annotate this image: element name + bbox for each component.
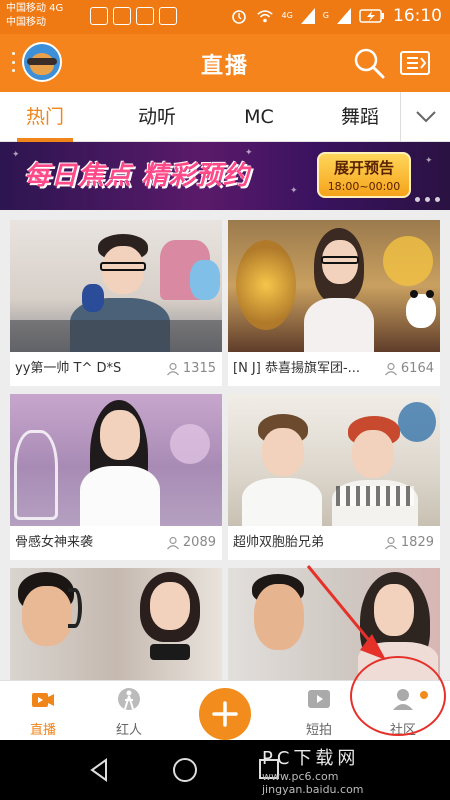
nav-shorts-label: 短拍 <box>305 723 332 738</box>
live-card[interactable]: 骨感女神来袭 2089 <box>10 394 222 560</box>
live-thumbnail <box>228 220 440 352</box>
viewer-count-value: 1315 <box>182 361 216 376</box>
viewer-count: 1829 <box>384 526 434 560</box>
nav-live[interactable]: 直播 <box>8 681 78 741</box>
person-icon <box>118 688 140 710</box>
banner-title: 每日焦点 精彩预约 <box>24 161 251 191</box>
banner-pager <box>415 197 440 202</box>
viewer-count-value: 1829 <box>400 535 434 550</box>
live-card[interactable] <box>10 568 222 680</box>
live-thumbnail <box>10 394 222 526</box>
category-menu-icon[interactable] <box>398 46 432 80</box>
viewer-count-value: 2089 <box>182 535 216 550</box>
search-icon[interactable] <box>352 46 386 80</box>
watermark-line2: jingyan.baidu.com <box>262 783 364 796</box>
live-card-title: yy第一帅 T^ D*S <box>15 361 122 376</box>
watermark-line1: PC下载网 <box>262 748 360 769</box>
live-card-title: 骨感女神来袭 <box>15 535 94 550</box>
home-icon[interactable] <box>172 757 198 783</box>
nav-stars[interactable]: 红人 <box>94 681 164 741</box>
viewer-count: 6164 <box>384 352 434 386</box>
notification-icons <box>90 7 177 25</box>
signal-icon-1 <box>300 8 315 24</box>
carrier-2: 中国移动 <box>6 17 46 28</box>
weibo-notification-icon <box>136 7 154 25</box>
carrier-1: 中国移动 4G <box>6 3 64 14</box>
annotation-circle <box>350 656 446 736</box>
live-card[interactable]: [N J] 恭喜揚旗军团-... 6164 <box>228 220 440 386</box>
viewer-count: 1315 <box>166 352 216 386</box>
viewers-icon <box>384 536 397 550</box>
plus-icon <box>212 701 238 727</box>
app-header: 直播 <box>0 34 450 92</box>
tabs-expand-button[interactable] <box>400 92 450 142</box>
live-card-title: [N J] 恭喜揚旗军团-... <box>233 361 361 376</box>
system-nav-bar <box>0 740 450 800</box>
live-card[interactable]: yy第一帅 T^ D*S 1315 <box>10 220 222 386</box>
viewers-icon <box>166 362 179 376</box>
live-thumbnail <box>228 394 440 526</box>
live-card-title: 超帅双胞胎兄弟 <box>233 535 325 550</box>
video-camera-icon <box>32 693 54 707</box>
live-thumbnail <box>10 220 222 352</box>
category-tabs: 热门 动听 MC 舞蹈 <box>0 92 450 142</box>
tab-mc[interactable]: MC <box>214 92 304 142</box>
status-icons: 4G G 16:10 <box>230 6 442 26</box>
alarm-icon <box>231 10 246 24</box>
watermark: PC下载网 www.pc6.com jingyan.baidu.com <box>262 744 364 796</box>
viewers-icon <box>384 362 397 376</box>
banner-preview-button[interactable]: 展开预告 18:00~00:00 <box>317 152 411 198</box>
nav-shorts[interactable]: 短拍 <box>284 681 354 741</box>
signal-icon-2 <box>337 8 351 24</box>
tab-dance[interactable]: 舞蹈 <box>315 92 405 142</box>
viewers-icon <box>166 536 179 550</box>
viewer-count-value: 6164 <box>400 361 434 376</box>
add-live-button[interactable] <box>199 688 251 740</box>
banner-cta-label: 展开预告 <box>333 159 394 177</box>
app-notification-icon <box>113 7 131 25</box>
tab-hot[interactable]: 热门 <box>0 92 90 142</box>
live-thumbnail <box>10 568 222 680</box>
watermark-line3: www.pc6.com <box>262 770 339 783</box>
status-bar: 中国移动 4G 中国移动 4G G 16:10 <box>0 0 450 34</box>
signal-4g-label: 4G <box>281 11 293 20</box>
promo-banner[interactable]: ✦ ✦ ✦ ✦ 每日焦点 精彩预约 展开预告 18:00~00:00 <box>0 142 450 210</box>
wifi-icon <box>256 10 273 23</box>
play-icon <box>308 690 330 708</box>
annotation-arrow-icon <box>306 565 386 660</box>
clock-time: 16:10 <box>393 6 442 26</box>
banner-cta-time: 18:00~00:00 <box>327 180 401 193</box>
live-card[interactable]: 超帅双胞胎兄弟 1829 <box>228 394 440 560</box>
nav-live-label: 直播 <box>29 723 56 738</box>
chevron-down-icon <box>415 111 436 123</box>
tab-music[interactable]: 动听 <box>112 92 202 142</box>
battery-charging-icon <box>359 9 384 23</box>
back-icon[interactable] <box>88 758 110 782</box>
viewer-count: 2089 <box>166 526 216 560</box>
image-notification-icon <box>90 7 108 25</box>
nav-stars-label: 红人 <box>115 723 142 738</box>
app-store-notification-icon <box>159 7 177 25</box>
signal-g-label: G <box>322 11 329 20</box>
